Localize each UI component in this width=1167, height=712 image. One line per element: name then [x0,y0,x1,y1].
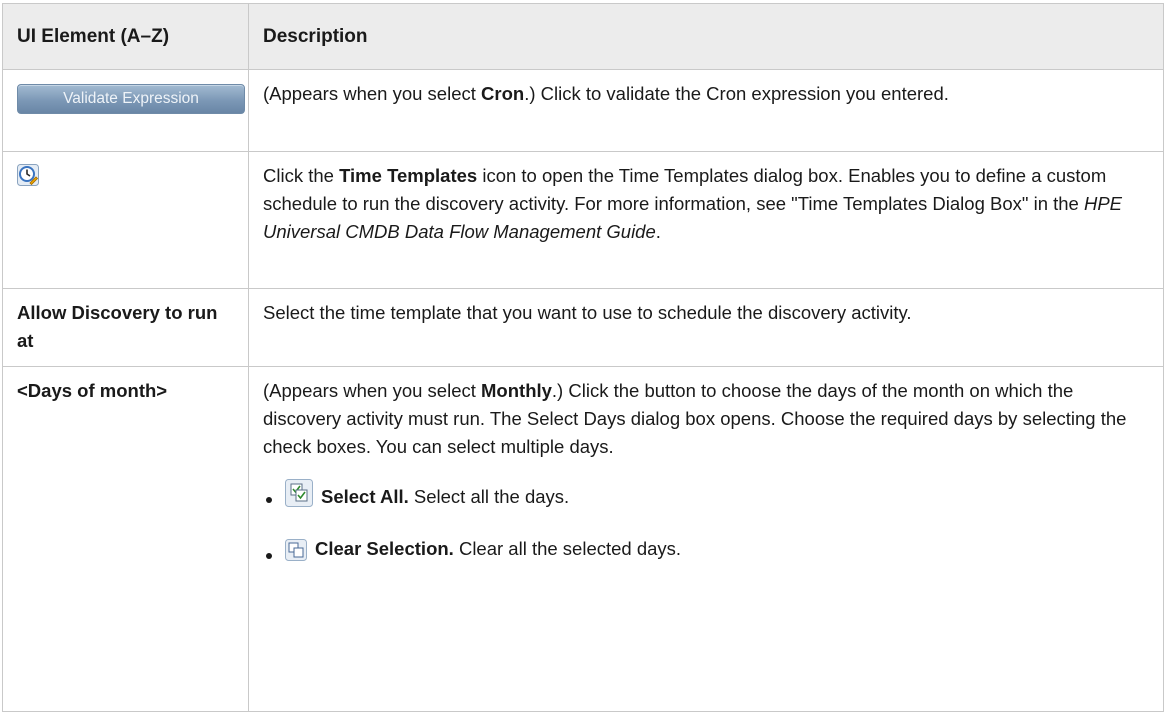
description-cell: (Appears when you select Cron.) Click to… [248,69,1164,152]
list-item-clear-selection: Clear Selection. Clear all the selected … [263,535,1149,569]
list-item-select-all: Select All. Select all the days. [263,479,1149,515]
ui-element-cell [2,151,249,289]
description-text: Click the Time Templates icon to open th… [263,165,1123,242]
page-cutoff [0,694,1167,705]
ui-element-cell: Validate Expression [2,69,249,152]
description-cell: Select the time template that you want t… [248,288,1164,367]
ui-elements-table: UI Element (A–Z) Description Validate Ex… [2,3,1164,712]
table-row-days-of-month: <Days of month> (Appears when you select… [2,366,1164,712]
table-row-time-templates: Click the Time Templates icon to open th… [2,151,1164,289]
clear-selection-icon[interactable] [285,539,307,569]
ui-element-cell: Allow Discovery to run at [2,288,249,367]
column-header-description: Description [248,3,1164,70]
table-row-validate-expression: Validate Expression (Appears when you se… [2,69,1164,152]
bullet [266,553,272,559]
ui-element-cell: <Days of month> [2,366,249,712]
description-text: (Appears when you select Cron.) Click to… [263,83,949,104]
time-templates-icon[interactable] [17,164,39,194]
table-border-left [2,694,3,705]
description-cell: Click the Time Templates icon to open th… [248,151,1164,289]
table-header-row: UI Element (A–Z) Description [2,3,1164,70]
column-header-ui-element: UI Element (A–Z) [2,3,249,70]
bullet [266,497,272,503]
select-all-icon[interactable] [285,479,313,515]
table-border-right [1163,694,1164,705]
validate-expression-button[interactable]: Validate Expression [17,84,245,114]
description-text: (Appears when you select Monthly.) Click… [263,380,1127,457]
options-list: Select All. Select all the days. Clear S… [263,479,1149,569]
table-border-middle [248,694,249,705]
table-row-allow-discovery: Allow Discovery to run at Select the tim… [2,288,1164,367]
description-cell: (Appears when you select Monthly.) Click… [248,366,1164,712]
